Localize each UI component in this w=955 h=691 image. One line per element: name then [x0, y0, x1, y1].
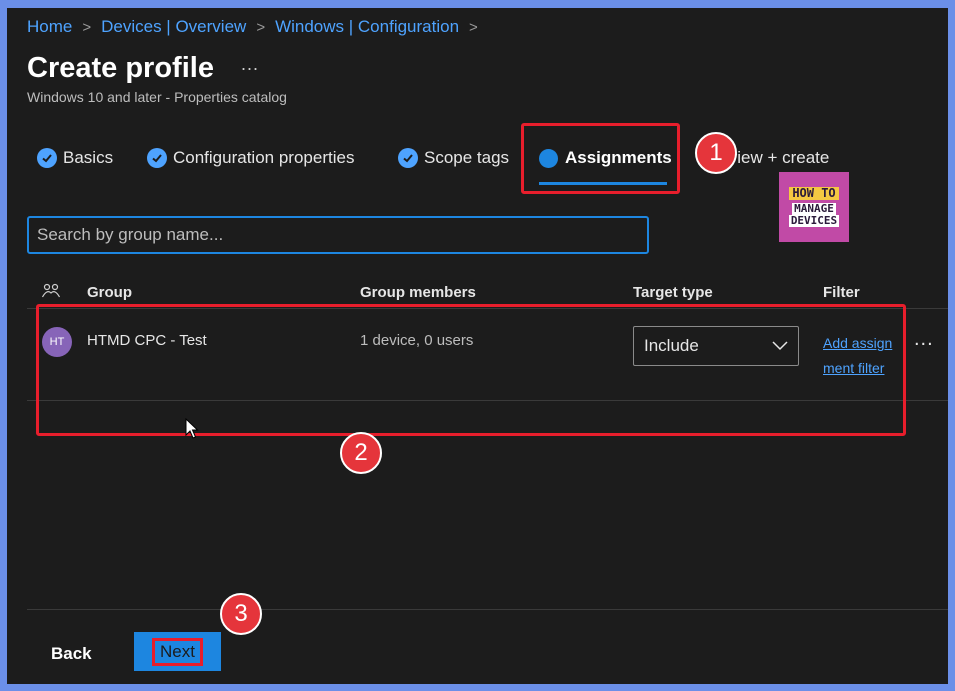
- breadcrumb-home[interactable]: Home: [27, 17, 72, 37]
- page-more-button[interactable]: ...: [241, 54, 259, 75]
- logo-text: HOW TO: [789, 186, 839, 200]
- tab-configuration-properties[interactable]: Configuration properties: [147, 148, 354, 168]
- column-header-group[interactable]: Group: [87, 284, 132, 301]
- next-button[interactable]: Next: [134, 632, 221, 671]
- group-icon: [41, 283, 61, 304]
- page-title: Create profile: [27, 52, 214, 84]
- back-button[interactable]: Back: [51, 644, 92, 664]
- howtomanagedevices-logo: HOW TO MANAGE DEVICES: [779, 172, 849, 242]
- tab-label: Basics: [63, 148, 114, 167]
- checkmark-icon: [147, 148, 167, 168]
- logo-text: DEVICES: [788, 214, 840, 228]
- annotation-badge-1: 1: [695, 132, 737, 174]
- annotation-badge-3: 3: [220, 593, 262, 635]
- tab-label: Configuration properties: [173, 148, 355, 167]
- tab-scope-tags[interactable]: Scope tags: [398, 148, 509, 168]
- checkmark-icon: [37, 148, 57, 168]
- page-subtitle: Windows 10 and later - Properties catalo…: [27, 89, 287, 105]
- breadcrumb-devices-overview[interactable]: Devices | Overview: [101, 17, 246, 37]
- breadcrumb: Home > Devices | Overview > Windows | Co…: [27, 17, 488, 37]
- create-profile-panel: Home > Devices | Overview > Windows | Co…: [7, 8, 948, 684]
- row-more-button[interactable]: ...: [914, 328, 934, 351]
- tab-label: Scope tags: [424, 148, 510, 167]
- highlight-box-assignments: [521, 123, 680, 194]
- search-input[interactable]: [27, 216, 649, 254]
- breadcrumb-windows-configuration[interactable]: Windows | Configuration: [275, 17, 459, 37]
- annotation-badge-2: 2: [340, 432, 382, 474]
- breadcrumb-separator: >: [469, 18, 478, 36]
- next-button-label: Next: [152, 637, 203, 666]
- highlight-box-table-row: [36, 304, 906, 436]
- checkmark-icon: [398, 148, 418, 168]
- column-header-target-type[interactable]: Target type: [633, 284, 713, 301]
- breadcrumb-separator: >: [82, 18, 92, 36]
- column-header-group-members[interactable]: Group members: [360, 284, 476, 301]
- column-header-filter[interactable]: Filter: [823, 284, 860, 301]
- breadcrumb-separator: >: [256, 18, 266, 36]
- tab-basics[interactable]: Basics: [37, 148, 113, 168]
- footer-divider: [27, 609, 948, 610]
- mouse-cursor-icon: [185, 417, 199, 445]
